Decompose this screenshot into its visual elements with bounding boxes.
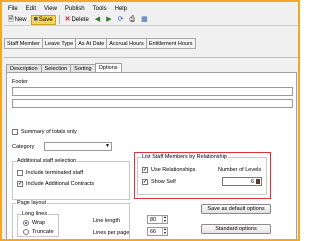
include-terminated-checkbox[interactable]	[17, 170, 23, 176]
back-button[interactable]: ◀	[93, 15, 102, 25]
wrap-radio[interactable]	[23, 220, 29, 226]
preview-icon: ▦	[141, 16, 148, 23]
menu-bar: File Edit View Publish Tools Help	[4, 4, 298, 14]
footer-line-2-input[interactable]	[12, 99, 293, 108]
delete-button[interactable]: ✕ Delete	[63, 15, 91, 25]
truncate-label: Truncate	[32, 229, 54, 235]
arrow-left-icon: ◀	[94, 16, 101, 23]
new-button[interactable]: 🗎 New	[6, 15, 29, 25]
field-tab-accrual-hours[interactable]: Accrual Hours	[107, 38, 147, 49]
print-button[interactable]: ⎙	[127, 15, 137, 25]
divider	[4, 57, 298, 58]
refresh-button[interactable]: ⟳	[116, 15, 126, 25]
standard-options-button[interactable]: Standard options	[201, 224, 271, 234]
print-icon: ⎙	[129, 16, 136, 23]
include-terminated-label: Include terminated staff	[26, 170, 84, 176]
preview-button[interactable]: ▦	[139, 15, 150, 25]
menu-view[interactable]: View	[44, 6, 57, 12]
field-tab-staff-member[interactable]: Staff Member	[4, 38, 43, 49]
footer-line-1-input[interactable]	[12, 87, 293, 96]
summary-checkbox[interactable]	[12, 129, 18, 135]
stepper-arrows-icon[interactable]: ▲ ▼	[162, 215, 167, 223]
new-document-icon: 🗎	[8, 16, 14, 23]
field-tab-entitlement-hours[interactable]: Entitlement Hours	[146, 38, 196, 49]
long-lines-title: Long lines	[21, 211, 49, 217]
save-default-options-button[interactable]: Save as default options	[201, 204, 271, 214]
include-contracts-checkbox[interactable]	[17, 181, 23, 187]
line-length-label: Line length	[93, 218, 120, 224]
additional-staff-title: Additional staff selection	[16, 158, 78, 164]
lines-per-page-label: Lines per page	[93, 230, 130, 236]
category-label: Category	[12, 144, 35, 150]
refresh-icon: ⟳	[117, 16, 124, 23]
menu-edit[interactable]: Edit	[26, 6, 36, 12]
menu-publish[interactable]: Publish	[65, 6, 85, 12]
forward-button[interactable]: ▶	[104, 15, 113, 25]
additional-staff-group: Additional staff selection Include termi…	[12, 158, 130, 200]
chevron-down-icon: ▼	[105, 143, 110, 149]
toolbar-separator	[58, 15, 60, 24]
long-lines-group: Long lines Wrap Truncate	[17, 211, 59, 237]
delete-x-icon: ✕	[64, 16, 71, 23]
save-disk-icon: ■	[33, 16, 38, 23]
footer-label: Footer	[12, 79, 28, 85]
page-layout-group: Page layout Long lines Wrap Truncate Lin…	[12, 200, 130, 239]
field-tab-row: Staff Member Leave Type As At Date Accru…	[4, 38, 196, 49]
category-select[interactable]: ▼	[44, 142, 112, 151]
summary-label: Summary of totals only	[21, 129, 77, 135]
lines-per-page-stepper[interactable]: 66 ▲ ▼	[147, 227, 168, 236]
menu-tools[interactable]: Tools	[93, 6, 107, 12]
line-length-stepper[interactable]: 80 ▲ ▼	[147, 215, 168, 224]
field-tab-leave-type[interactable]: Leave Type	[42, 38, 77, 49]
truncate-radio[interactable]	[23, 229, 29, 235]
page-layout-title: Page layout	[16, 200, 48, 206]
options-panel: Footer Summary of totals only Category ▼…	[6, 72, 297, 239]
application-window: File Edit View Publish Tools Help 🗎 New …	[0, 0, 300, 241]
menu-help[interactable]: Help	[115, 6, 127, 12]
toolbar: 🗎 New ■ Save ✕ Delete ◀ ▶ ⟳ ⎙ ▦	[4, 14, 298, 26]
field-tab-as-at-date[interactable]: As At Date	[76, 38, 108, 49]
include-contracts-label: Include Additional Contracts	[26, 181, 95, 187]
arrow-right-icon: ▶	[106, 16, 112, 23]
wrap-label: Wrap	[32, 220, 46, 226]
menu-file[interactable]: File	[8, 6, 18, 12]
highlight-box	[134, 152, 271, 199]
save-button[interactable]: ■ Save	[30, 14, 56, 25]
stepper-arrows-icon[interactable]: ▲ ▼	[162, 227, 167, 235]
